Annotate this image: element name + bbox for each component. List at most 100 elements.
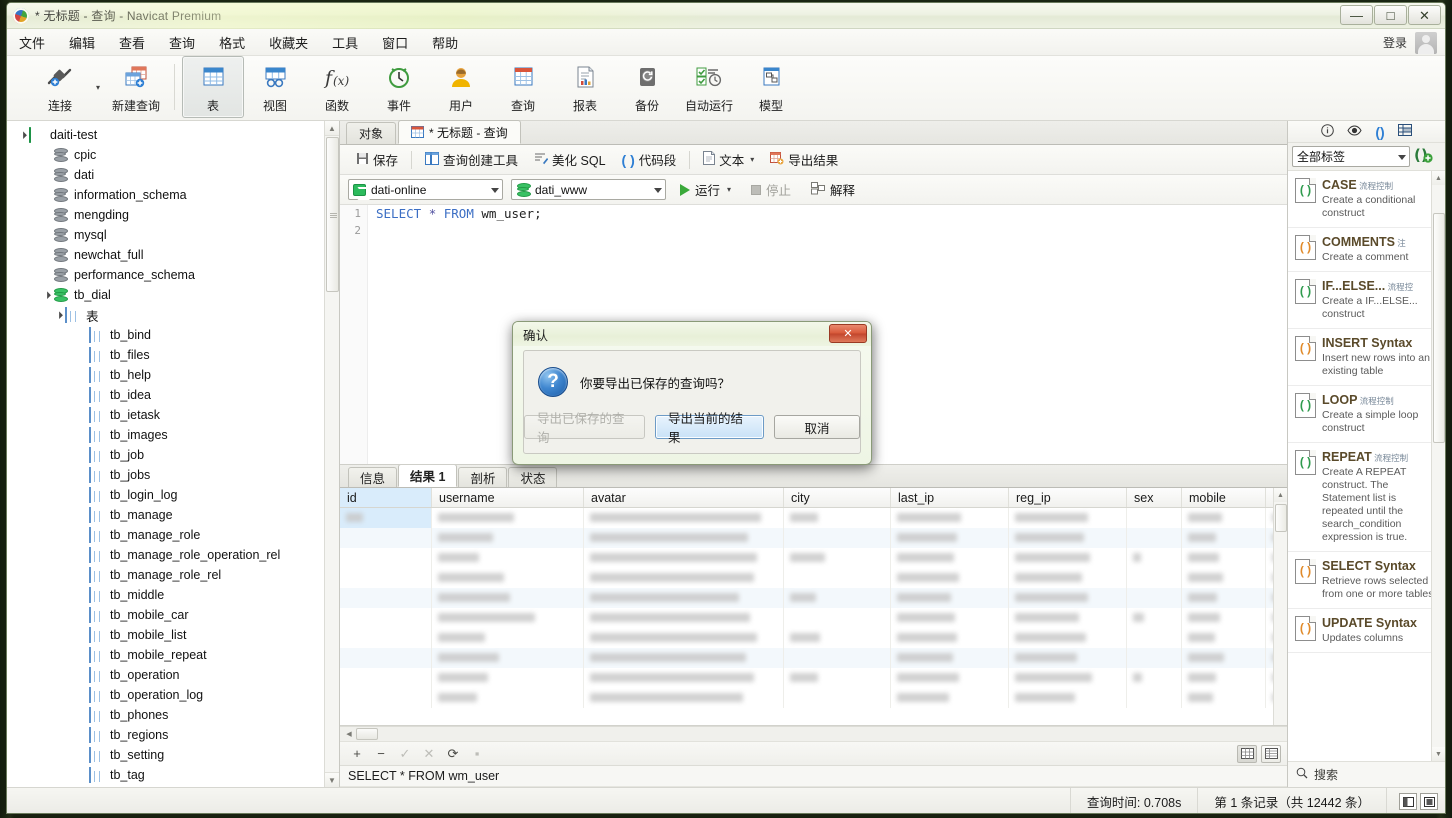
tree-item-newchat_full[interactable]: newchat_full [7, 245, 339, 265]
table-cell-reg_ip[interactable] [1009, 668, 1127, 688]
menu-query[interactable]: 查询 [157, 29, 207, 56]
result-tab-info[interactable]: 信息 [348, 467, 398, 487]
snippet-item[interactable]: ( ) COMMENTS 注 Create a comment [1288, 228, 1445, 272]
table-cell-last_ip[interactable] [891, 628, 1009, 648]
tree-item-tb_setting[interactable]: tb_setting [7, 745, 339, 765]
table-cell-sex[interactable] [1127, 588, 1182, 608]
snippet-scroll-down-icon[interactable]: ▼ [1432, 747, 1445, 761]
table-cell-avatar[interactable] [584, 608, 784, 628]
beautify-sql-button[interactable]: 美化 SQL [526, 148, 614, 172]
tree-item-tb_job[interactable]: tb_job [7, 445, 339, 465]
table-cell-id[interactable] [340, 608, 432, 628]
tree-item-mengding[interactable]: mengding [7, 205, 339, 225]
grid-column-header-reg_ip[interactable]: reg_ip [1009, 488, 1127, 507]
add-record-button[interactable]: + [346, 744, 368, 764]
table-cell-avatar[interactable] [584, 588, 784, 608]
table-cell-sex[interactable] [1127, 568, 1182, 588]
toolbar-model[interactable]: 模型 [740, 56, 802, 118]
table-cell-city[interactable] [784, 608, 891, 628]
table-cell-avatar[interactable] [584, 628, 784, 648]
tree-item-mysql[interactable]: mysql [7, 225, 339, 245]
maximize-button[interactable]: □ [1374, 5, 1407, 25]
table-cell-username[interactable] [432, 508, 584, 528]
table-cell-reg_ip[interactable] [1009, 588, 1127, 608]
result-grid-hscroll-thumb[interactable] [356, 728, 378, 740]
table-cell-avatar[interactable] [584, 648, 784, 668]
table-cell-last_ip[interactable] [891, 508, 1009, 528]
sidebar-scrollbar[interactable]: ▲ ▼ [324, 121, 339, 787]
table-cell-avatar[interactable] [584, 568, 784, 588]
table-cell-last_ip[interactable] [891, 568, 1009, 588]
menu-edit[interactable]: 编辑 [57, 29, 107, 56]
tree-item-tb_mobile_repeat[interactable]: tb_mobile_repeat [7, 645, 339, 665]
menu-help[interactable]: 帮助 [420, 29, 470, 56]
result-grid-scroll-thumb[interactable] [1275, 504, 1287, 532]
table-cell-id[interactable] [340, 528, 432, 548]
menu-format[interactable]: 格式 [207, 29, 257, 56]
table-row[interactable] [340, 648, 1287, 668]
sidebar-scroll-down-icon[interactable]: ▼ [325, 772, 339, 787]
snippet-item[interactable]: ( ) INSERT Syntax Insert new rows into an … [1288, 329, 1445, 386]
table-row[interactable] [340, 628, 1287, 648]
table-cell-id[interactable] [340, 588, 432, 608]
table-cell-avatar[interactable] [584, 548, 784, 568]
sidebar-scroll-up-icon[interactable]: ▲ [325, 121, 339, 136]
result-grid-scroll-left-icon[interactable]: ◀ [342, 730, 356, 738]
menu-window[interactable]: 窗口 [370, 29, 420, 56]
table-cell-username[interactable] [432, 648, 584, 668]
result-grid-body[interactable] [340, 508, 1287, 725]
snippet-item[interactable]: ( ) IF...ELSE... 流程控 Create a IF...ELSE...… [1288, 272, 1445, 329]
grid-column-header-last_ip[interactable]: last_ip [891, 488, 1009, 507]
cancel-button[interactable]: 取消 [774, 415, 860, 439]
table-cell-avatar[interactable] [584, 688, 784, 708]
snippet-tag-select[interactable]: 全部标签 [1292, 146, 1410, 167]
table-cell-city[interactable] [784, 568, 891, 588]
table-cell-last_ip[interactable] [891, 688, 1009, 708]
table-cell-username[interactable] [432, 628, 584, 648]
grid-column-header-username[interactable]: username [432, 488, 584, 507]
table-cell-username[interactable] [432, 688, 584, 708]
table-cell-id[interactable] [340, 688, 432, 708]
export-result-button[interactable]: 导出结果 [762, 148, 846, 172]
table-cell-last_ip[interactable] [891, 668, 1009, 688]
toolbar-event[interactable]: 事件 [368, 56, 430, 118]
snippet-button[interactable]: ( ) 代码段 [614, 148, 685, 172]
table-cell-city[interactable] [784, 588, 891, 608]
grid-column-header-city[interactable]: city [784, 488, 891, 507]
tree-item-[interactable]: ◢ 表 [7, 305, 339, 325]
table-cell-reg_ip[interactable] [1009, 648, 1127, 668]
tree-item-tb_manage_role_operation_rel[interactable]: tb_manage_role_operation_rel [7, 545, 339, 565]
table-cell-username[interactable] [432, 588, 584, 608]
close-button[interactable]: ✕ [1408, 5, 1441, 25]
status-form-view-icon[interactable] [1420, 793, 1438, 810]
table-cell-id[interactable] [340, 648, 432, 668]
text-caret-icon[interactable]: ▾ [750, 155, 754, 164]
tree-item-tb_bind[interactable]: tb_bind [7, 325, 339, 345]
delete-record-button[interactable]: − [370, 744, 392, 764]
table-cell-sex[interactable] [1127, 528, 1182, 548]
menu-favorites[interactable]: 收藏夹 [257, 29, 320, 56]
snippet-item[interactable]: ( ) LOOP 流程控制 Create a simple loop constru… [1288, 386, 1445, 443]
tree-item-daititest[interactable]: ◢ daiti-test [7, 125, 339, 145]
user-avatar-icon[interactable] [1415, 31, 1437, 54]
result-tab-status[interactable]: 状态 [508, 467, 558, 487]
table-cell-reg_ip[interactable] [1009, 508, 1127, 528]
snippet-scroll-thumb[interactable] [1433, 213, 1445, 443]
table-cell-reg_ip[interactable] [1009, 628, 1127, 648]
tree-item-tb_operation[interactable]: tb_operation [7, 665, 339, 685]
table-cell-reg_ip[interactable] [1009, 608, 1127, 628]
grid-column-header-id[interactable]: id [340, 488, 432, 507]
toolbar-automation[interactable]: 自动运行 [678, 56, 740, 118]
run-caret-icon[interactable]: ▾ [727, 185, 731, 194]
menu-file[interactable]: 文件 [7, 29, 57, 56]
tree-item-tb_regions[interactable]: tb_regions [7, 725, 339, 745]
tree-item-tb_tag[interactable]: tb_tag [7, 765, 339, 785]
table-cell-sex[interactable] [1127, 648, 1182, 668]
add-snippet-icon[interactable]: ( ) [1414, 146, 1433, 167]
table-cell-id[interactable] [340, 568, 432, 588]
table-cell-mobile[interactable] [1182, 568, 1266, 588]
table-cell-reg_ip[interactable] [1009, 568, 1127, 588]
snippet-scroll-up-icon[interactable]: ▲ [1432, 171, 1445, 185]
code-parens-icon[interactable]: () [1375, 125, 1384, 139]
table-cell-sex[interactable] [1127, 548, 1182, 568]
